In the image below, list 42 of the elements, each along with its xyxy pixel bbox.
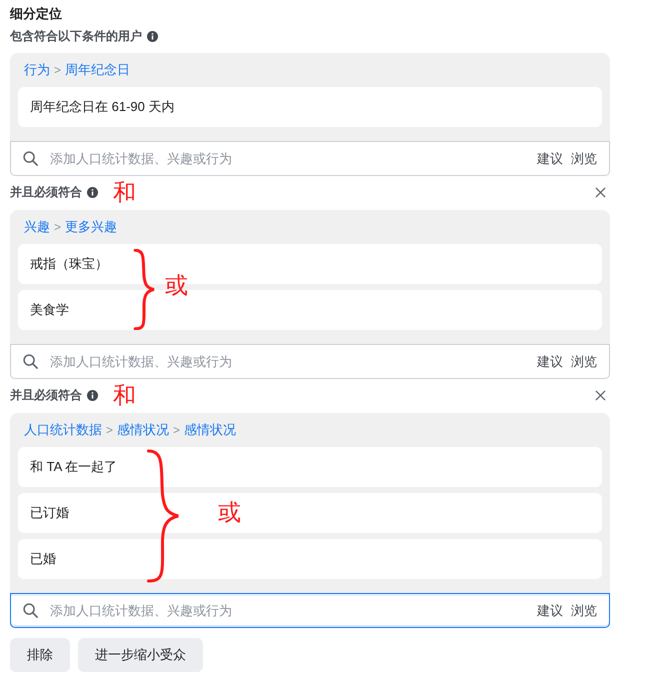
search-field[interactable]: 添加人口统计数据、兴趣或行为 建议 浏览 (10, 141, 610, 176)
search-icon (23, 603, 38, 618)
search-action-link[interactable]: 浏览 (571, 602, 597, 620)
breadcrumb-separator: > (54, 219, 62, 236)
annotation-text: 和 (113, 384, 136, 406)
condition-label: 并且必须符合 (10, 184, 82, 200)
annotation-text: 和 (113, 180, 136, 204)
breadcrumb-link[interactable]: 行为 (24, 61, 50, 79)
search-action-link[interactable]: 建议 (537, 352, 563, 370)
info-icon[interactable] (147, 30, 158, 42)
curly-brace-icon (133, 249, 155, 330)
action-button[interactable]: 排除 (10, 638, 70, 672)
section-title: 细分定位 (10, 6, 63, 22)
breadcrumb-link[interactable]: 感情状况 (117, 421, 170, 439)
breadcrumb-separator: > (173, 422, 180, 439)
search-field[interactable]: 添加人口统计数据、兴趣或行为 建议 浏览 (10, 593, 610, 628)
breadcrumb-link[interactable]: 兴趣 (24, 218, 50, 236)
breadcrumb-link[interactable]: 周年纪念日 (65, 61, 130, 79)
info-icon[interactable] (87, 390, 98, 400)
search-icon (23, 354, 38, 369)
breadcrumb-separator: > (106, 422, 114, 439)
curly-brace-icon (145, 449, 180, 583)
condition-label: 包含符合以下条件的用户 (10, 28, 142, 44)
search-icon (23, 151, 38, 166)
condition-label: 并且必须符合 (10, 387, 82, 403)
search-action-link[interactable]: 建议 (537, 150, 563, 168)
breadcrumb-link[interactable]: 感情状况 (184, 421, 236, 439)
close-icon[interactable] (595, 390, 606, 400)
breadcrumb-link[interactable]: 更多兴趣 (65, 218, 118, 236)
criteria-item: 已婚 (18, 539, 602, 579)
search-field[interactable]: 添加人口统计数据、兴趣或行为 建议 浏览 (10, 344, 610, 379)
search-action-link[interactable]: 浏览 (571, 150, 597, 168)
breadcrumb-link[interactable]: 人口统计数据 (24, 421, 102, 439)
search-action-link[interactable]: 浏览 (571, 352, 597, 370)
criteria-item: 和 TA 在一起了 (18, 447, 602, 487)
info-icon[interactable] (87, 186, 98, 198)
breadcrumb-separator: > (54, 62, 62, 79)
search-action-link[interactable]: 建议 (537, 602, 563, 620)
criteria-item: 周年纪念日在 61-90 天内 (18, 87, 602, 127)
action-button[interactable]: 进一步缩小受众 (78, 638, 203, 672)
annotation-text: 或 (218, 500, 241, 524)
close-icon[interactable] (595, 186, 606, 198)
